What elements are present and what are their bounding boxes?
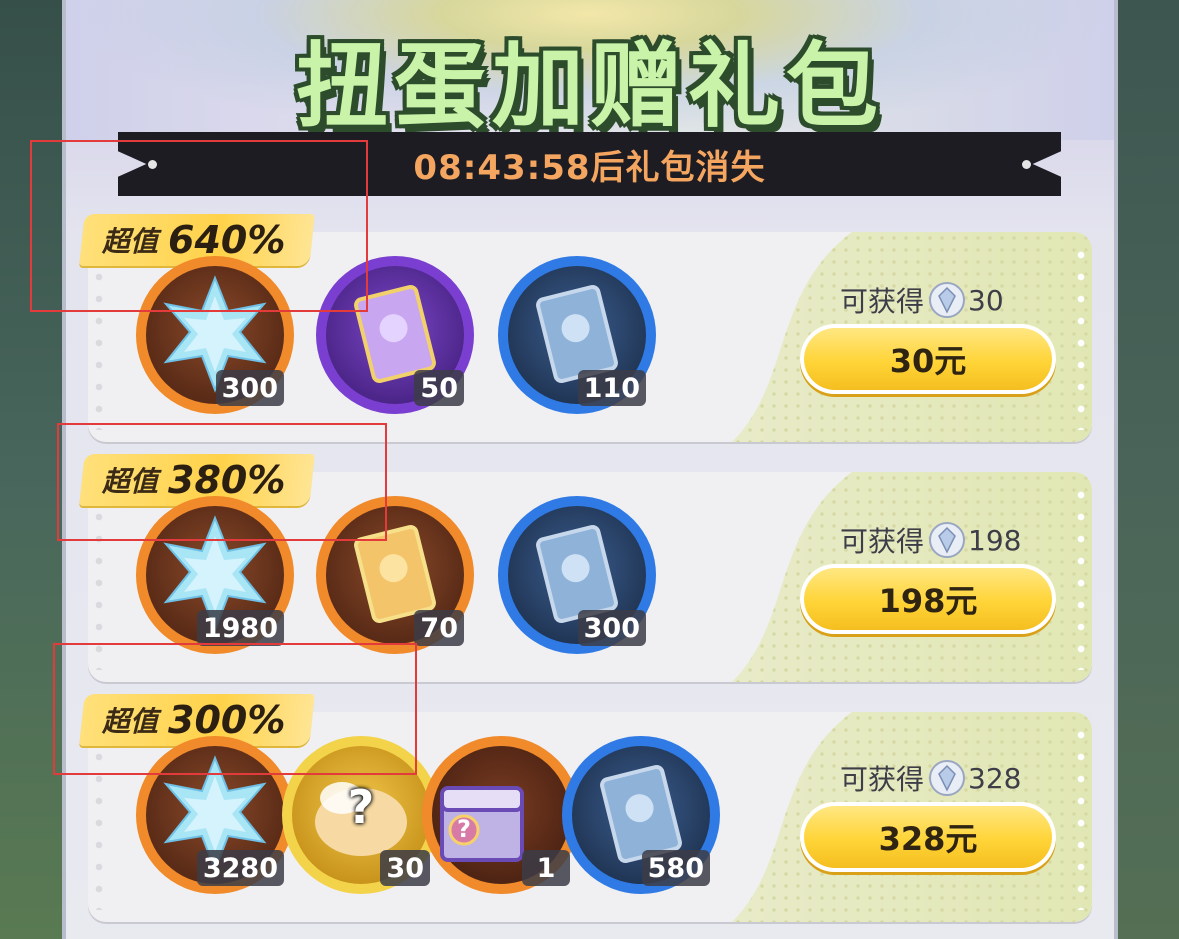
item-slot[interactable]: 30 ? <box>282 736 440 894</box>
item-slot[interactable]: ? 1 <box>422 736 580 894</box>
buy-button-3[interactable]: 328元 <box>800 802 1056 872</box>
item-count: 580 <box>641 850 710 886</box>
tag-label: 超值 <box>102 465 159 498</box>
item-slot[interactable]: 300 <box>136 256 294 414</box>
page-title: 扭蛋加赠礼包 <box>295 33 884 140</box>
card-perforation <box>1076 724 1086 910</box>
item-count: 3280 <box>196 850 284 886</box>
item-slot[interactable]: 50 <box>316 256 474 414</box>
reward-amount: 30 <box>968 283 1004 317</box>
question-mark-icon: ? <box>457 815 471 843</box>
reward-amount: 198 <box>968 523 1022 557</box>
reward-amount: 328 <box>968 761 1022 795</box>
card-perforation <box>94 724 104 910</box>
tag-label: 超值 <box>102 225 159 258</box>
item-slot[interactable]: 3280 <box>136 736 294 894</box>
card-perforation <box>94 244 104 430</box>
background-left <box>0 0 66 939</box>
card-perforation <box>1076 244 1086 430</box>
item-slot[interactable]: 580 <box>562 736 720 894</box>
item-slot[interactable]: 70 <box>316 496 474 654</box>
background-right <box>1113 0 1179 939</box>
countdown-bar: 08:43:58后礼包消失 <box>118 132 1061 196</box>
item-count: 300 <box>215 370 284 406</box>
item-slot[interactable]: 300 <box>498 496 656 654</box>
diamond-icon <box>929 522 966 558</box>
card-perforation <box>94 484 104 670</box>
timer-left-dot <box>148 160 157 169</box>
item-count: 110 <box>577 370 646 406</box>
buy-button-1[interactable]: 30元 <box>800 324 1056 394</box>
header-banner: 扭蛋加赠礼包 <box>66 0 1114 140</box>
diamond-icon <box>929 760 966 796</box>
reward-label: 可获得 <box>840 525 925 558</box>
tag-label: 超值 <box>102 705 159 738</box>
buy-button-2[interactable]: 198元 <box>800 564 1056 634</box>
timer-right-dot <box>1022 160 1031 169</box>
question-mark-icon: ? <box>347 780 375 834</box>
item-slot[interactable]: 1980 <box>136 496 294 654</box>
item-count: 300 <box>577 610 646 646</box>
reward-label: 可获得 <box>840 763 925 796</box>
diamond-icon <box>929 282 966 318</box>
reward-info-3: 可获得 328 <box>840 758 1021 798</box>
reward-info-2: 可获得 198 <box>840 520 1021 560</box>
card-perforation <box>1076 484 1086 670</box>
reward-label: 可获得 <box>840 285 925 318</box>
item-count: 70 <box>414 610 464 646</box>
countdown-text: 08:43:58后礼包消失 <box>413 147 766 188</box>
item-count: 1980 <box>196 610 284 646</box>
item-count: 50 <box>414 370 464 406</box>
reward-info-1: 可获得 30 <box>840 280 1004 320</box>
item-slot[interactable]: 110 <box>498 256 656 414</box>
